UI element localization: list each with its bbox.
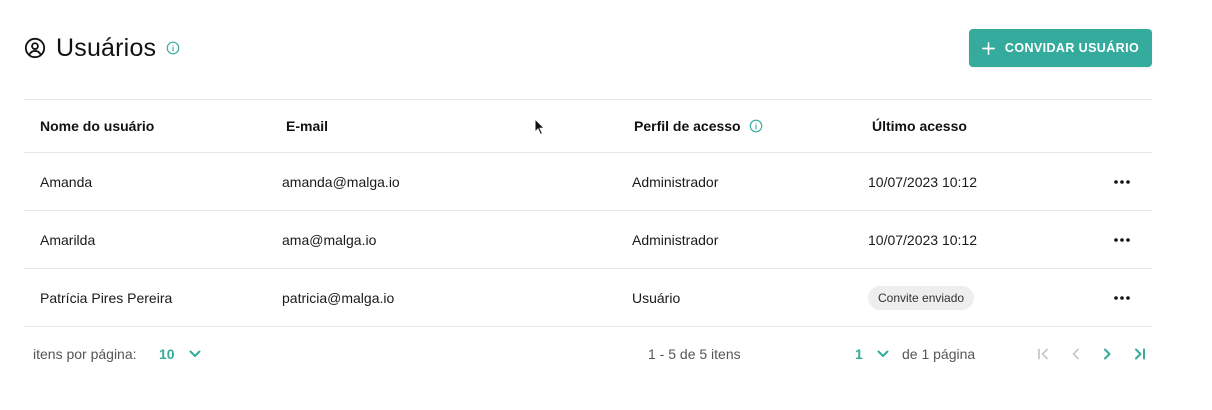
items-range-text: 1 - 5 de 5 itens [648, 346, 741, 362]
table-row: Amanda amanda@malga.io Administrador 10/… [24, 152, 1152, 210]
more-horizontal-icon [1114, 237, 1130, 242]
last-page-button[interactable] [1129, 344, 1149, 364]
current-page-value: 1 [855, 346, 863, 362]
user-name: Amanda [40, 173, 93, 190]
user-profile: Administrador [632, 231, 719, 248]
chevron-right-icon [1104, 348, 1111, 360]
items-per-page-label: itens por página: [33, 346, 137, 362]
chevron-left-icon [1072, 348, 1079, 360]
plus-icon [981, 41, 995, 55]
more-horizontal-icon [1114, 179, 1130, 184]
user-last-access: Convite enviado [868, 269, 975, 326]
users-page: Usuários CONVIDAR USUÁRIO Nome do usuári… [0, 0, 1212, 410]
column-header-profile-label: Perfil de acesso [634, 118, 741, 134]
table-header-row: Nome do usuário E-mail Perfil de acesso … [24, 99, 1152, 152]
more-horizontal-icon [1114, 295, 1130, 300]
table-row: Amarilda ama@malga.io Administrador 10/0… [24, 210, 1152, 268]
row-actions-button[interactable] [1108, 153, 1136, 210]
page-header: Usuários CONVIDAR USUÁRIO [24, 28, 1152, 68]
user-last-access: 10/07/2023 10:12 [868, 231, 977, 248]
table-row: Patrícia Pires Pereira patricia@malga.io… [24, 268, 1152, 327]
user-profile: Usuário [632, 289, 681, 306]
page-count-text: de 1 página [902, 346, 976, 362]
chevron-down-icon [189, 350, 201, 357]
mouse-cursor-icon [534, 118, 546, 136]
column-header-profile[interactable]: Perfil de acesso [634, 100, 763, 152]
invite-user-label: CONVIDAR USUÁRIO [1004, 41, 1140, 55]
pagination-bar: itens por página: 10 1 - 5 de 5 itens 1 … [24, 328, 1152, 380]
items-per-page-select[interactable]: 10 [159, 328, 201, 380]
user-name: Amarilda [40, 231, 96, 248]
title-group: Usuários [24, 28, 180, 68]
first-page-button[interactable] [1034, 344, 1054, 364]
user-email: patricia@malga.io [282, 289, 395, 306]
chevron-down-icon [877, 350, 889, 357]
user-circle-icon [24, 37, 46, 59]
chevrons-right-icon [1135, 348, 1145, 360]
previous-page-button[interactable] [1066, 344, 1086, 364]
info-icon[interactable] [749, 119, 763, 133]
user-name: Patrícia Pires Pereira [40, 289, 173, 306]
status-badge: Convite enviado [868, 285, 975, 310]
column-header-email[interactable]: E-mail [286, 100, 328, 152]
user-email: amanda@malga.io [282, 173, 400, 190]
chevrons-left-icon [1038, 348, 1048, 360]
info-icon[interactable] [166, 41, 180, 55]
user-profile: Administrador [632, 173, 719, 190]
row-actions-button[interactable] [1108, 211, 1136, 268]
page-select[interactable]: 1 [855, 328, 889, 380]
next-page-button[interactable] [1097, 344, 1117, 364]
column-header-last-access[interactable]: Último acesso [872, 100, 967, 152]
items-per-page-value: 10 [159, 346, 175, 362]
page-title: Usuários [56, 33, 157, 62]
user-email: ama@malga.io [282, 231, 377, 248]
invite-user-button[interactable]: CONVIDAR USUÁRIO [969, 29, 1152, 67]
column-header-name[interactable]: Nome do usuário [40, 100, 154, 152]
row-actions-button[interactable] [1108, 269, 1136, 326]
users-table: Nome do usuário E-mail Perfil de acesso … [24, 99, 1152, 327]
user-last-access: 10/07/2023 10:12 [868, 173, 977, 190]
